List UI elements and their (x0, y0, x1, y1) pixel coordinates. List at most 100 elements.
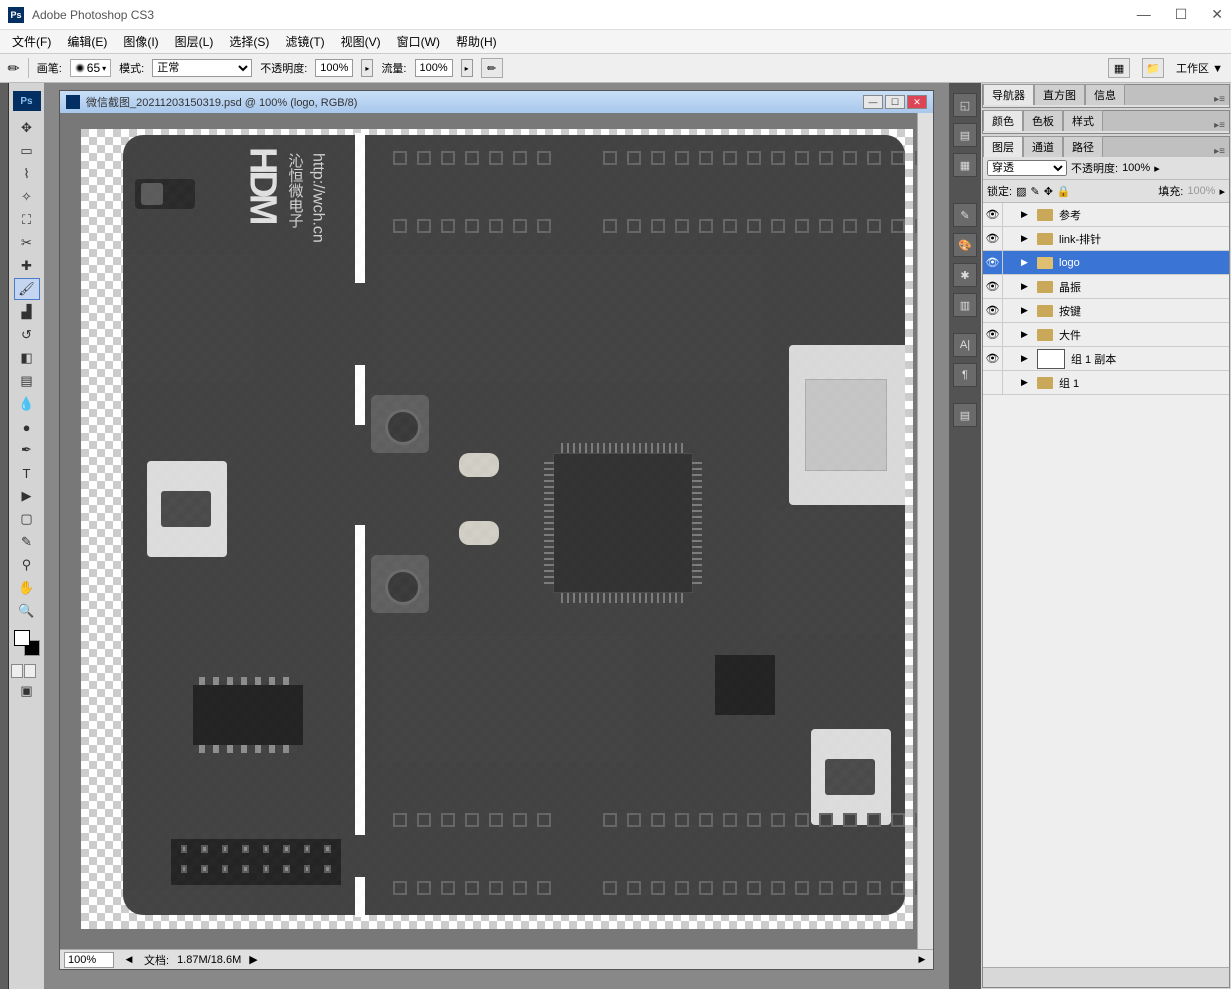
type-tool[interactable]: T (14, 462, 40, 484)
layer-opacity-value[interactable]: 100% (1122, 162, 1150, 174)
minimize-button[interactable]: — (1137, 6, 1151, 23)
fill-slider[interactable]: ▸ (1219, 185, 1225, 198)
quickmask-buttons[interactable] (11, 664, 42, 678)
workspace-menu[interactable]: 工作区 ▼ (1176, 60, 1223, 76)
slice-tool[interactable]: ✂ (14, 232, 40, 254)
lock-position-icon[interactable]: ✥ (1044, 185, 1053, 198)
menu-filter[interactable]: 滤镜(T) (277, 30, 332, 53)
brush-preset-picker[interactable]: 65▾ (70, 59, 111, 77)
layer-opacity-slider[interactable]: ▸ (1154, 162, 1160, 175)
nav-panel-icon[interactable]: ◱ (953, 93, 977, 117)
menu-image[interactable]: 图像(I) (115, 30, 166, 53)
visibility-toggle[interactable] (983, 371, 1003, 394)
lock-transparent-icon[interactable]: ▨ (1016, 185, 1026, 198)
flow-value[interactable]: 100% (415, 59, 453, 77)
airbrush-icon[interactable]: ✏ (481, 58, 503, 78)
shape-tool[interactable]: ▢ (14, 508, 40, 530)
tab-color[interactable]: 颜色 (983, 110, 1023, 131)
status-menu[interactable]: ▶ (249, 953, 257, 966)
tool-presets-icon[interactable]: ✎ (953, 203, 977, 227)
tab-styles[interactable]: 样式 (1063, 110, 1103, 131)
menu-select[interactable]: 选择(S) (221, 30, 277, 53)
eyedropper-tool[interactable]: ⚲ (14, 554, 40, 576)
notes-tool[interactable]: ✎ (14, 531, 40, 553)
scroll-left[interactable]: ◀ (122, 954, 136, 965)
layer-row[interactable]: 👁▶组 1 副本 (983, 347, 1229, 371)
lock-all-icon[interactable]: 🔒 (1057, 185, 1071, 198)
layer-row[interactable]: 👁▶参考 (983, 203, 1229, 227)
tab-swatches[interactable]: 色板 (1023, 110, 1063, 131)
menu-layer[interactable]: 图层(L) (167, 30, 222, 53)
pen-tool[interactable]: ✒ (14, 439, 40, 461)
layer-row[interactable]: 👁▶按键 (983, 299, 1229, 323)
visibility-toggle[interactable]: 👁 (983, 323, 1003, 346)
menu-help[interactable]: 帮助(H) (448, 30, 505, 53)
para-panel-icon[interactable]: ✱ (953, 263, 977, 287)
histogram-panel-icon[interactable]: ▤ (953, 123, 977, 147)
marquee-tool[interactable]: ▭ (14, 140, 40, 162)
toggle-palettes-icon[interactable]: ▦ (1108, 58, 1130, 78)
tab-layers[interactable]: 图层 (983, 136, 1023, 157)
wand-tool[interactable]: ✧ (14, 186, 40, 208)
expand-arrow[interactable]: ▶ (1021, 281, 1031, 292)
panel-menu-icon[interactable]: ▸≡ (1210, 146, 1229, 157)
layer-row[interactable]: ▶组 1 (983, 371, 1229, 395)
menu-file[interactable]: 文件(F) (4, 30, 59, 53)
panel-menu-icon[interactable]: ▸≡ (1210, 120, 1229, 131)
eraser-tool[interactable]: ◧ (14, 347, 40, 369)
doc-maximize[interactable]: ☐ (885, 95, 905, 109)
stamp-tool[interactable]: ▟ (14, 301, 40, 323)
move-tool[interactable]: ✥ (14, 117, 40, 139)
brush-tool[interactable]: 🖌 (14, 278, 40, 300)
menu-view[interactable]: 视图(V) (333, 30, 389, 53)
toolbox-collapse-strip[interactable] (0, 83, 9, 989)
document-titlebar[interactable]: 微信截图_20211203150319.psd @ 100% (logo, RG… (60, 91, 933, 113)
path-select-tool[interactable]: ▶ (14, 485, 40, 507)
layer-row[interactable]: 👁▶logo (983, 251, 1229, 275)
opacity-value[interactable]: 100% (315, 59, 353, 77)
layer-row[interactable]: 👁▶link-排针 (983, 227, 1229, 251)
canvas[interactable]: HDM 沁恒微电子 http://wch.cn (60, 113, 933, 949)
visibility-toggle[interactable]: 👁 (983, 203, 1003, 226)
dodge-tool[interactable]: ● (14, 416, 40, 438)
expand-arrow[interactable]: ▶ (1021, 353, 1031, 364)
color-swatches[interactable] (14, 630, 40, 656)
expand-arrow[interactable]: ▶ (1021, 257, 1031, 268)
menu-window[interactable]: 窗口(W) (389, 30, 448, 53)
layercomps-panel-icon[interactable]: ▤ (953, 403, 977, 427)
maximize-button[interactable]: ☐ (1175, 6, 1188, 23)
fill-value[interactable]: 100% (1187, 185, 1215, 197)
expand-arrow[interactable]: ▶ (1021, 233, 1031, 244)
tab-histogram[interactable]: 直方图 (1034, 84, 1085, 105)
visibility-toggle[interactable]: 👁 (983, 347, 1003, 370)
visibility-toggle[interactable]: 👁 (983, 227, 1003, 250)
expand-arrow[interactable]: ▶ (1021, 377, 1031, 388)
visibility-toggle[interactable]: 👁 (983, 251, 1003, 274)
blur-tool[interactable]: 💧 (14, 393, 40, 415)
expand-arrow[interactable]: ▶ (1021, 209, 1031, 220)
tab-info[interactable]: 信息 (1085, 84, 1125, 105)
zoom-field[interactable]: 100% (64, 952, 114, 968)
layer-row[interactable]: 👁▶大件 (983, 323, 1229, 347)
bridge-icon[interactable]: 📁 (1142, 58, 1164, 78)
lasso-tool[interactable]: ⌇ (14, 163, 40, 185)
doc-minimize[interactable]: — (863, 95, 883, 109)
doc-close[interactable]: ✕ (907, 95, 927, 109)
flow-slider[interactable]: ▸ (461, 59, 473, 77)
actions-panel-icon[interactable]: A| (953, 333, 977, 357)
expand-arrow[interactable]: ▶ (1021, 329, 1031, 340)
lock-pixels-icon[interactable]: ✎ (1030, 185, 1039, 198)
layer-blend-select[interactable]: 穿透 (987, 160, 1067, 176)
zoom-tool[interactable]: 🔍 (14, 600, 40, 622)
expand-arrow[interactable]: ▶ (1021, 305, 1031, 316)
layer-row[interactable]: 👁▶晶振 (983, 275, 1229, 299)
tab-channels[interactable]: 通道 (1023, 136, 1063, 157)
gradient-tool[interactable]: ▤ (14, 370, 40, 392)
hand-tool[interactable]: ✋ (14, 577, 40, 599)
visibility-toggle[interactable]: 👁 (983, 299, 1003, 322)
opacity-slider[interactable]: ▸ (361, 59, 373, 77)
heal-tool[interactable]: ✚ (14, 255, 40, 277)
tab-paths[interactable]: 路径 (1063, 136, 1103, 157)
menu-edit[interactable]: 编辑(E) (59, 30, 115, 53)
crop-tool[interactable]: ⛶ (14, 209, 40, 231)
